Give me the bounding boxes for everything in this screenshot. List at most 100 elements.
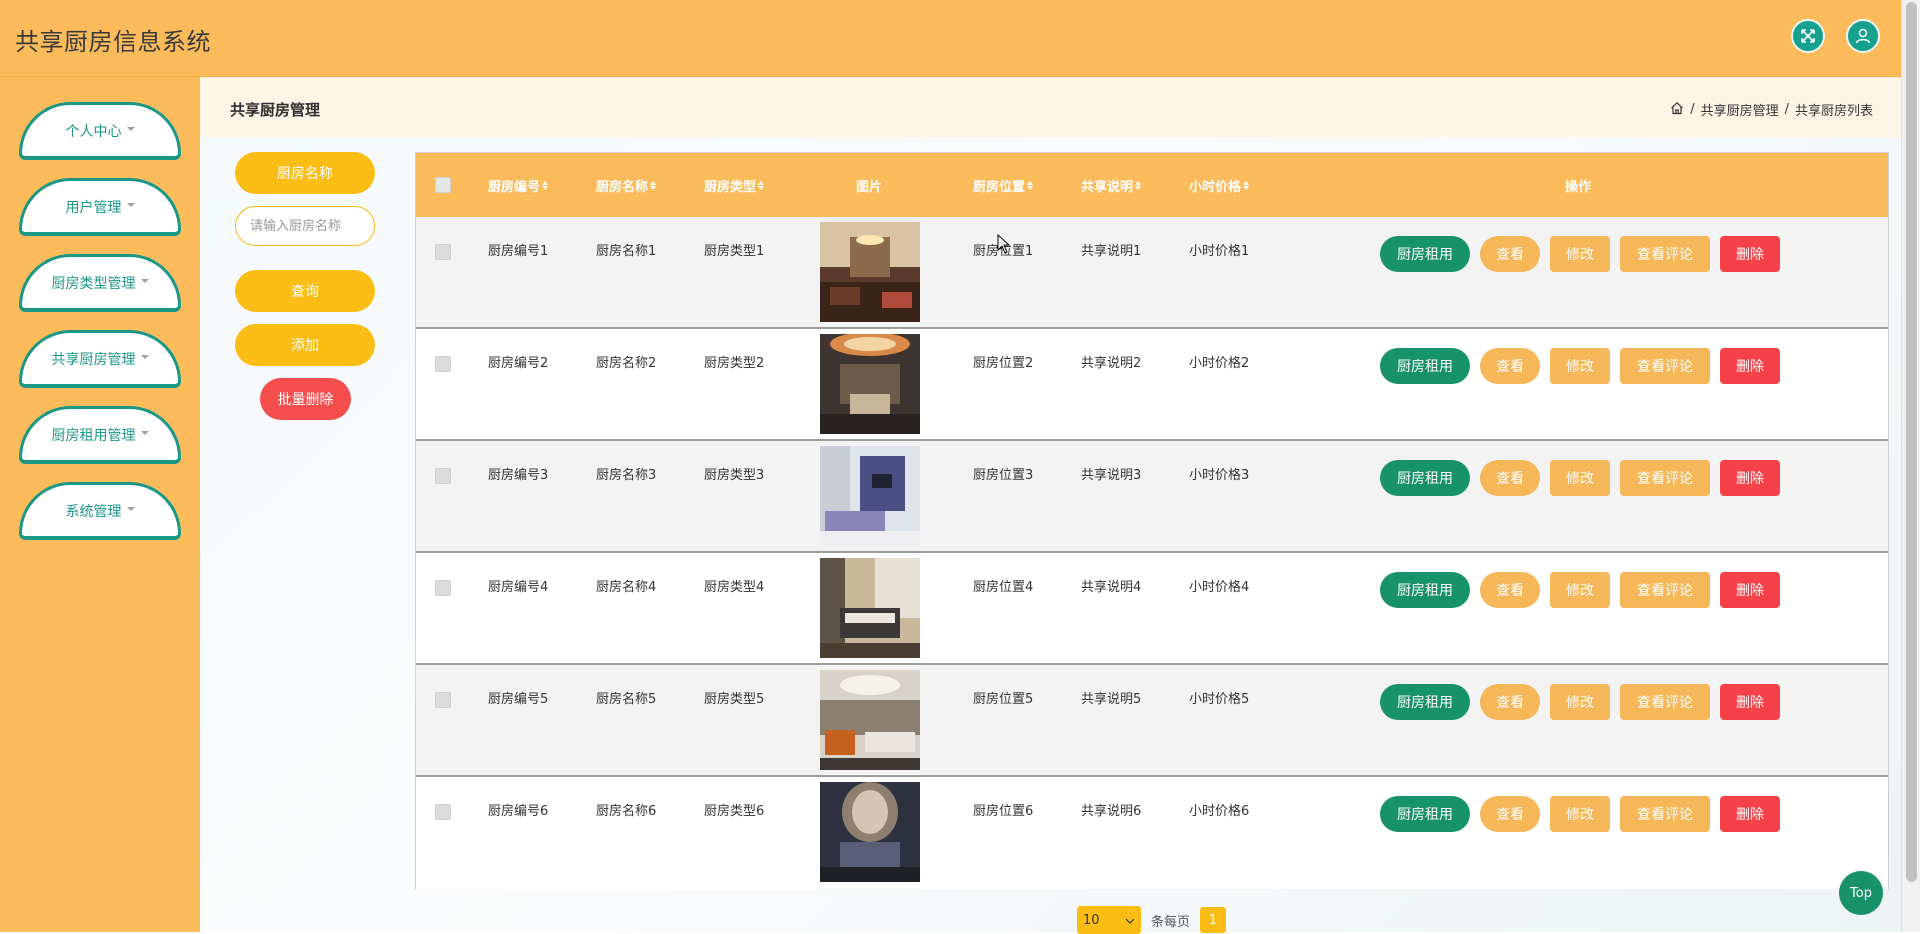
column-header-desc[interactable]: 共享说明 <box>1081 153 1142 217</box>
view-reviews-button[interactable]: 查看评论 <box>1620 796 1710 832</box>
chevron-down-icon <box>1125 913 1135 928</box>
vertical-scrollbar[interactable] <box>1901 0 1920 932</box>
view-button[interactable]: 查看 <box>1480 572 1540 608</box>
batch-delete-button[interactable]: 批量删除 <box>260 378 351 420</box>
view-reviews-button[interactable]: 查看评论 <box>1620 236 1710 272</box>
cell-desc: 共享说明3 <box>1081 468 1142 483</box>
breadcrumb-separator: / <box>1690 102 1695 117</box>
view-reviews-button[interactable]: 查看评论 <box>1620 348 1710 384</box>
cell-name: 厨房名称4 <box>596 580 657 595</box>
cell-id: 厨房编号5 <box>488 692 549 707</box>
cell-type: 厨房类型6 <box>704 804 765 819</box>
kitchen-name-search-input[interactable] <box>235 206 375 246</box>
edit-button[interactable]: 修改 <box>1550 572 1610 608</box>
view-button[interactable]: 查看 <box>1480 236 1540 272</box>
sidebar-item-label: 厨房类型管理 <box>51 275 136 292</box>
delete-button[interactable]: 删除 <box>1720 572 1780 608</box>
view-button[interactable]: 查看 <box>1480 348 1540 384</box>
sidebar-item-label: 个人中心 <box>65 123 122 140</box>
column-header-price[interactable]: 小时价格 <box>1189 153 1250 217</box>
kitchen-image[interactable] <box>820 782 920 882</box>
per-page-label: 条每页 <box>1151 914 1191 930</box>
sidebar-item-label: 系统管理 <box>65 503 122 520</box>
view-reviews-button[interactable]: 查看评论 <box>1620 572 1710 608</box>
column-header-type[interactable]: 厨房类型 <box>704 153 765 217</box>
sidebar-item-system-management[interactable]: 系统管理 <box>19 482 181 540</box>
table-row: 厨房编号5 厨房名称5 厨房类型5 厨房位置5 共享说明5 小时价格5 厨房租用… <box>416 665 1888 777</box>
table-row: 厨房编号2 厨房名称2 厨房类型2 厨房位置2 共享说明2 小时价格2 厨房租用… <box>416 329 1888 441</box>
sidebar-item-user-management[interactable]: 用户管理 <box>19 178 181 236</box>
view-reviews-button[interactable]: 查看评论 <box>1620 460 1710 496</box>
home-icon[interactable] <box>1670 101 1684 119</box>
user-icon[interactable] <box>1846 19 1880 53</box>
row-checkbox[interactable] <box>435 692 451 708</box>
sidebar-item-personal-center[interactable]: 个人中心 <box>19 102 181 160</box>
sort-icon <box>542 180 549 190</box>
edit-button[interactable]: 修改 <box>1550 684 1610 720</box>
row-checkbox[interactable] <box>435 580 451 596</box>
edit-button[interactable]: 修改 <box>1550 460 1610 496</box>
kitchen-image[interactable] <box>820 670 920 770</box>
kitchen-image[interactable] <box>820 222 920 322</box>
view-button[interactable]: 查看 <box>1480 460 1540 496</box>
row-checkbox[interactable] <box>435 244 451 260</box>
caret-down-icon <box>140 278 149 283</box>
cell-type: 厨房类型2 <box>704 356 765 371</box>
cell-name: 厨房名称6 <box>596 804 657 819</box>
row-checkbox[interactable] <box>435 804 451 820</box>
row-checkbox[interactable] <box>435 468 451 484</box>
select-all-checkbox[interactable] <box>435 177 451 193</box>
rent-button[interactable]: 厨房租用 <box>1380 236 1470 272</box>
sort-icon <box>1243 180 1250 190</box>
column-header-name[interactable]: 厨房名称 <box>596 153 657 217</box>
page-number-button[interactable]: 1 <box>1200 907 1227 933</box>
cell-location: 厨房位置3 <box>973 468 1034 483</box>
page-size-select[interactable]: 10 <box>1077 906 1141 934</box>
edit-button[interactable]: 修改 <box>1550 348 1610 384</box>
cell-location: 厨房位置5 <box>973 692 1034 707</box>
delete-button[interactable]: 删除 <box>1720 796 1780 832</box>
add-button[interactable]: 添加 <box>235 324 375 366</box>
breadcrumb-item[interactable]: 共享厨房管理 <box>1701 100 1779 119</box>
kitchen-image[interactable] <box>820 334 920 434</box>
kitchen-image[interactable] <box>820 446 920 546</box>
view-reviews-button[interactable]: 查看评论 <box>1620 684 1710 720</box>
cell-id: 厨房编号3 <box>488 468 549 483</box>
delete-button[interactable]: 删除 <box>1720 460 1780 496</box>
rent-button[interactable]: 厨房租用 <box>1380 572 1470 608</box>
delete-button[interactable]: 删除 <box>1720 348 1780 384</box>
column-header-image: 图片 <box>856 179 883 195</box>
rent-button[interactable]: 厨房租用 <box>1380 684 1470 720</box>
kitchen-table: 厨房编号 厨房名称 厨房类型 图片 厨房位置 共享说明 小时价格 操作 厨房编号… <box>415 152 1889 889</box>
edit-button[interactable]: 修改 <box>1550 236 1610 272</box>
cell-type: 厨房类型3 <box>704 468 765 483</box>
sidebar-item-kitchen-rental-management[interactable]: 厨房租用管理 <box>19 406 181 464</box>
edit-button[interactable]: 修改 <box>1550 796 1610 832</box>
kitchen-image[interactable] <box>820 558 920 658</box>
row-checkbox[interactable] <box>435 356 451 372</box>
delete-button[interactable]: 删除 <box>1720 684 1780 720</box>
query-button[interactable]: 查询 <box>235 270 375 312</box>
sidebar-item-kitchen-type-management[interactable]: 厨房类型管理 <box>19 254 181 312</box>
sidebar-item-shared-kitchen-management[interactable]: 共享厨房管理 <box>19 330 181 388</box>
view-button[interactable]: 查看 <box>1480 684 1540 720</box>
cell-desc: 共享说明5 <box>1081 692 1142 707</box>
scrollbar-thumb[interactable] <box>1906 2 1917 882</box>
cell-location: 厨房位置6 <box>973 804 1034 819</box>
view-button[interactable]: 查看 <box>1480 796 1540 832</box>
search-label: 厨房名称 <box>235 152 375 194</box>
rent-button[interactable]: 厨房租用 <box>1380 796 1470 832</box>
sidebar-item-label: 厨房租用管理 <box>51 427 136 444</box>
rent-button[interactable]: 厨房租用 <box>1380 460 1470 496</box>
column-header-id[interactable]: 厨房编号 <box>488 153 549 217</box>
page-size-value: 10 <box>1083 912 1100 928</box>
search-panel: 厨房名称 查询 添加 批量删除 <box>200 152 415 932</box>
fullscreen-icon[interactable] <box>1791 19 1825 53</box>
breadcrumb: / 共享厨房管理 / 共享厨房列表 <box>1670 100 1873 119</box>
rent-button[interactable]: 厨房租用 <box>1380 348 1470 384</box>
cell-desc: 共享说明4 <box>1081 580 1142 595</box>
cell-price: 小时价格4 <box>1189 580 1250 595</box>
column-header-location[interactable]: 厨房位置 <box>973 153 1034 217</box>
delete-button[interactable]: 删除 <box>1720 236 1780 272</box>
back-to-top-button[interactable]: Top <box>1839 871 1883 915</box>
